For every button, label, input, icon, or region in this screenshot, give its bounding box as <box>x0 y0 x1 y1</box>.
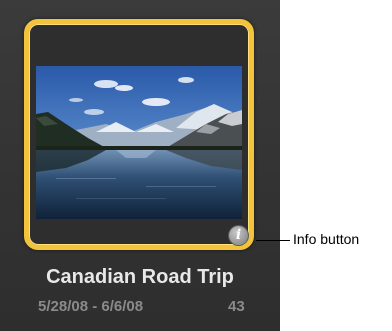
album-title: Canadian Road Trip <box>46 266 234 288</box>
callout-label: Info button <box>293 231 360 247</box>
album-date-range: 5/28/08 - 6/6/08 <box>38 298 144 315</box>
album-photo-count: 43 <box>228 298 245 315</box>
album-thumbnail <box>36 66 242 219</box>
info-icon[interactable]: i <box>229 226 248 245</box>
landscape-photo <box>36 66 242 219</box>
callout-leader-line <box>256 240 290 241</box>
album-panel: i Canadian Road Trip 5/28/08 - 6/6/08 43 <box>0 0 280 331</box>
album-card[interactable]: i <box>24 19 254 250</box>
